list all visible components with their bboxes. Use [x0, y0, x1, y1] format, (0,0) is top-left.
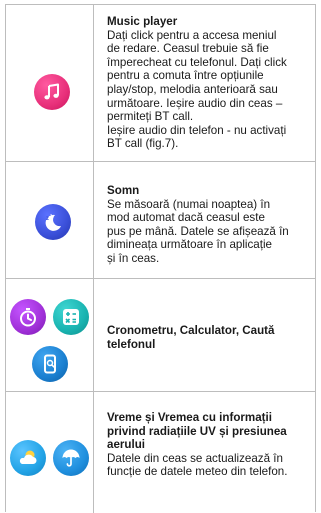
row-title: Somn [107, 184, 140, 197]
icon-cell [6, 279, 94, 391]
row-text: Vreme și Vremea cu informații privind ra… [107, 411, 309, 479]
sleep-moon-icon: z z [35, 204, 71, 240]
music-note-icon [34, 74, 70, 110]
table-row-sleep: z z Somn Se măsoară (numai noaptea) în m… [6, 162, 315, 279]
row-text: Cronometru, Calculator, Caută telefonul [107, 324, 309, 351]
svg-text:z: z [46, 216, 49, 222]
find-phone-icon [32, 346, 68, 382]
row-text: Somn Se măsoară (numai noaptea) în mod a… [107, 184, 309, 266]
table-row-weather: Vreme și Vremea cu informații privind ra… [6, 392, 315, 513]
features-table: Music player Dați click pentru a accesa … [5, 4, 316, 513]
row-body: Datele din ceas se actualizează în funcț… [107, 451, 288, 479]
calculator-icon [53, 299, 89, 335]
table-row-music: Music player Dați click pentru a accesa … [6, 5, 315, 162]
row-title: Music player [107, 15, 178, 28]
weather-icon [10, 440, 46, 476]
icon-cell [6, 5, 94, 161]
umbrella-icon [53, 440, 89, 476]
page: Music player Dați click pentru a accesa … [0, 0, 321, 513]
row-text: Music player Dați click pentru a accesa … [107, 15, 309, 151]
row-body: Se măsoară (numai noaptea) în mod automa… [107, 197, 289, 265]
stopwatch-icon [10, 299, 46, 335]
icon-cell [6, 392, 94, 513]
icon-cell: z z [6, 162, 94, 278]
table-row-tools: Cronometru, Calculator, Caută telefonul [6, 279, 315, 392]
row-title: Cronometru, Calculator, Caută telefonul [107, 324, 275, 351]
row-body: Dați click pentru a accesa meniul de red… [107, 28, 287, 151]
row-title: Vreme și Vremea cu informații privind ra… [107, 411, 287, 452]
